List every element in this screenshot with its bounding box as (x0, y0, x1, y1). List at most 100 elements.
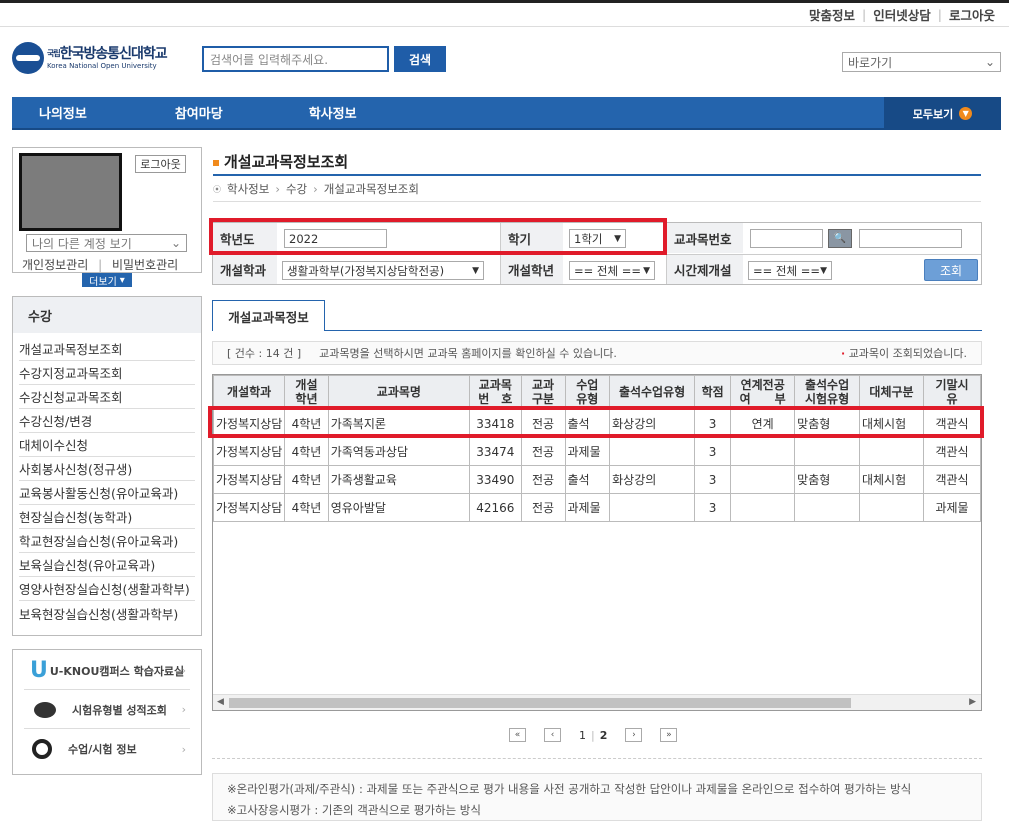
university-logo[interactable]: 국립한국방송통신대학교 Korea National Open Universi… (12, 42, 168, 74)
side-item-field-agri[interactable]: 현장실습신청(농학과) (19, 505, 195, 529)
table-empty-row (214, 634, 981, 662)
tab-course-info[interactable]: 개설교과목정보 (212, 300, 325, 331)
empty-cell (521, 522, 565, 550)
title-rule (213, 174, 981, 176)
table-cell (794, 437, 860, 466)
empty-cell (214, 550, 285, 578)
empty-cell (859, 634, 923, 662)
side-item-registered[interactable]: 수강신청교과목조회 (19, 385, 195, 409)
empty-cell (565, 634, 610, 662)
table-cell (730, 493, 796, 522)
side-item-volunteer[interactable]: 사회봉사신청(정규생) (19, 457, 195, 481)
table-cell: 대체시험 (858, 465, 925, 494)
empty-cell (565, 578, 610, 606)
util-link-counsel[interactable]: 인터넷상담 (873, 5, 931, 24)
pagination: « ‹ 1 | 2 › » (509, 728, 678, 742)
dept-select[interactable]: 생활과학부(가정복지상담학전공) ▼ (282, 261, 484, 280)
first-page-icon[interactable]: « (509, 728, 526, 742)
account-select-value: 나의 다른 계정 보기 (32, 236, 132, 251)
side-item-childcare-field[interactable]: 보육현장실습신청(생활과학부) (19, 601, 195, 625)
search-icon[interactable]: 🔍 (828, 229, 852, 248)
utility-divider (0, 26, 1009, 27)
util-link-logout[interactable]: 로그아웃 (949, 5, 995, 24)
course-name-input[interactable] (859, 229, 962, 248)
time-select[interactable]: == 전체 == ▼ (748, 261, 832, 280)
scrollbar-thumb[interactable] (229, 698, 851, 708)
empty-cell (795, 634, 860, 662)
logout-button[interactable]: 로그아웃 (135, 155, 186, 173)
empty-cell (565, 550, 610, 578)
table-cell: 출석 (564, 465, 611, 494)
logo-english: Korea National Open University (47, 61, 157, 70)
account-select[interactable]: 나의 다른 계정 보기 ⌄ (26, 234, 187, 252)
notes-divider (212, 758, 982, 759)
highlight-box-year-semester (209, 218, 667, 255)
query-button[interactable]: 조회 (924, 259, 978, 281)
scroll-left-icon[interactable]: ◀ (217, 697, 224, 707)
table-row[interactable]: 가정복지상담 4학년 가족생활교육 33490 전공 출석 화상강의 3 맞춤형 대체시험 객관식 (213, 465, 981, 494)
banner-ucampus-label: U-KNOU캠퍼스 학습자료실 (49, 664, 185, 678)
empty-cell (470, 606, 521, 634)
nav-item-myinfo[interactable]: 나의정보 (39, 103, 87, 122)
empty-cell (924, 522, 981, 550)
side-item-register-change[interactable]: 수강신청/변경 (19, 409, 195, 433)
nav-item-community[interactable]: 참여마당 (175, 103, 223, 122)
side-item-designated[interactable]: 수강지정교과목조회 (19, 361, 195, 385)
table-row[interactable]: 가정복지상담 4학년 가족역동과상담 33474 전공 과제물 3 객관식 (213, 437, 981, 466)
last-page-icon[interactable]: » (660, 728, 678, 742)
quick-menu-select[interactable]: 바로가기 ⌄ (842, 52, 1001, 72)
chevron-down-icon: ⌄ (170, 236, 181, 250)
nav-all-button[interactable]: 모두보기 ▼ (884, 97, 1001, 130)
empty-cell (565, 606, 610, 634)
side-item-childcare-practice[interactable]: 보육실습신청(유아교육과) (19, 553, 195, 577)
side-item-dietitian-practice[interactable]: 영양사현장실습신청(생활과학부) (19, 577, 195, 601)
table-cell: 3 (694, 437, 732, 466)
personal-info-link[interactable]: 개인정보관리 (22, 258, 88, 272)
password-link[interactable]: 비밀번호관리 (112, 258, 178, 272)
next-page-icon[interactable]: › (625, 728, 643, 742)
empty-cell (859, 578, 923, 606)
table-cell (858, 437, 925, 466)
empty-cell (285, 634, 328, 662)
side-item-school-practice[interactable]: 학교현장실습신청(유아교육과) (19, 529, 195, 553)
empty-cell (470, 578, 521, 606)
search-button[interactable]: 검색 (394, 46, 446, 72)
grade-select[interactable]: == 전체 == ▼ (569, 261, 655, 280)
table-cell: 가정복지상담 (213, 465, 286, 494)
prev-page-icon[interactable]: ‹ (544, 728, 561, 742)
top-border (0, 0, 1009, 3)
quick-menu-value: 바로가기 (848, 55, 893, 70)
empty-cell (610, 522, 695, 550)
column-header: 기말시 유 (923, 375, 981, 410)
course-name-link[interactable]: 가족생활교육 (327, 465, 471, 494)
search-input[interactable]: 검색어를 입력해주세요. (202, 46, 389, 72)
side-item-substitute[interactable]: 대체이수신청 (19, 433, 195, 457)
course-name-link[interactable]: 영유아발달 (327, 493, 471, 522)
horizontal-scrollbar[interactable]: ◀ ▶ (213, 694, 981, 710)
util-link-custom[interactable]: 맞춤정보 (809, 5, 855, 24)
table-cell (730, 465, 796, 494)
banner-grades[interactable]: 시험유형별 성적조회 › (24, 691, 190, 729)
scroll-right-icon[interactable]: ▶ (969, 697, 976, 707)
course-name-link[interactable]: 가족역동과상담 (327, 437, 471, 466)
banner-ucampus[interactable]: U U-KNOU캠퍼스 학습자료실 › (24, 652, 190, 690)
page-link[interactable]: 1 (579, 729, 586, 742)
empty-cell (521, 606, 565, 634)
side-item-open-courses[interactable]: 개설교과목정보조회 (19, 337, 195, 361)
empty-cell (924, 550, 981, 578)
page-link-current[interactable]: 2 (600, 729, 608, 742)
breadcrumb-item[interactable]: 수강 (286, 181, 307, 197)
nav-item-academic[interactable]: 학사정보 (309, 103, 357, 122)
side-item-edu-volunteer[interactable]: 교육봉사활동신청(유아교육과) (19, 481, 195, 505)
empty-cell (521, 662, 565, 690)
table-row[interactable]: 가정복지상담 4학년 영유아발달 42166 전공 과제물 3 과제물 (213, 493, 981, 522)
chevron-right-icon: › (181, 703, 186, 716)
table-cell: 전공 (520, 437, 566, 466)
course-no-input[interactable] (750, 229, 823, 248)
empty-cell (695, 662, 731, 690)
column-header: 연계전공 여 부 (730, 375, 796, 410)
grade-value: == 전체 == (574, 263, 642, 278)
banner-class-info[interactable]: 수업/시험 정보 › (24, 730, 190, 768)
breadcrumb-item[interactable]: 학사정보 (227, 181, 269, 197)
more-button[interactable]: 더보기 ▾ (82, 273, 132, 288)
